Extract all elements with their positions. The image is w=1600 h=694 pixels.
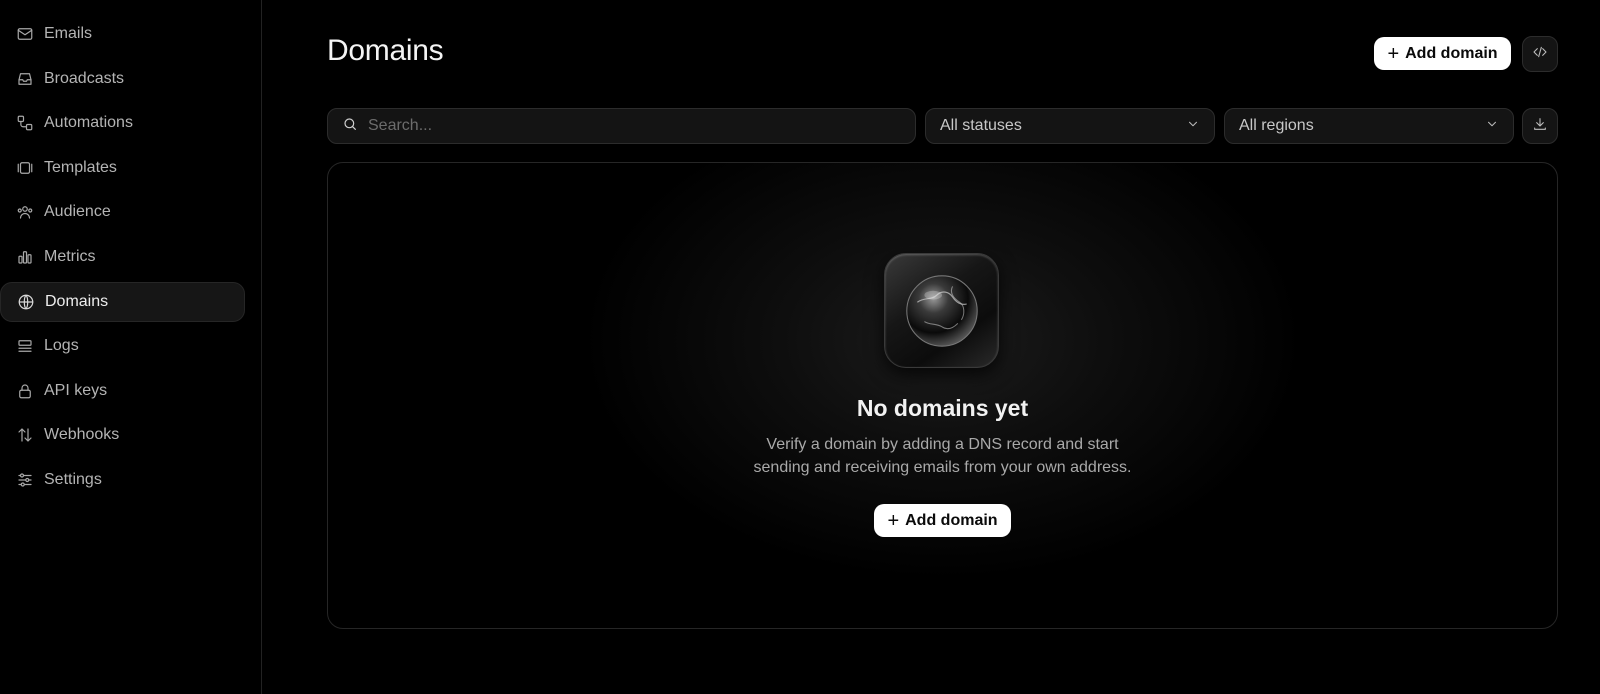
sidebar-item-webhooks[interactable]: Webhooks xyxy=(0,415,245,455)
empty-state-description-line: Verify a domain by adding a DNS record a… xyxy=(766,436,1119,453)
plus-icon: + xyxy=(1387,42,1400,65)
users-icon xyxy=(16,203,34,221)
inbox-icon xyxy=(16,70,34,88)
sidebar-item-label: Audience xyxy=(44,203,111,221)
logs-icon xyxy=(16,337,34,355)
code-icon xyxy=(1532,44,1548,65)
sidebar-item-label: Templates xyxy=(44,158,117,176)
search-icon xyxy=(342,116,358,137)
sliders-icon xyxy=(16,471,34,489)
sidebar-item-label: Broadcasts xyxy=(44,69,125,87)
globe-sphere-icon xyxy=(905,274,978,347)
sidebar-item-label: Automations xyxy=(44,114,133,132)
mail-icon xyxy=(16,25,34,43)
sidebar-item-label: Settings xyxy=(44,470,102,488)
empty-state-title: No domains yet xyxy=(856,395,1029,421)
sidebar-item-api-keys[interactable]: API keys xyxy=(0,371,245,411)
sidebar: Emails Broadcasts Automations Templates … xyxy=(0,0,262,694)
download-button[interactable] xyxy=(1522,108,1558,144)
sidebar-item-domains[interactable]: Domains xyxy=(0,281,245,322)
region-select-value: All regions xyxy=(1239,117,1314,134)
sidebar-item-label: Webhooks xyxy=(44,426,120,444)
add-domain-button[interactable]: + Add domain xyxy=(1374,37,1511,70)
sidebar-item-label: Emails xyxy=(44,25,93,42)
empty-add-domain-button[interactable]: + Add domain xyxy=(874,504,1011,537)
sidebar-item-label: Logs xyxy=(44,337,79,355)
status-select[interactable]: All statuses xyxy=(925,108,1215,144)
empty-state-description-line: sending and receiving emails from your o… xyxy=(753,459,1132,476)
lock-icon xyxy=(16,382,34,400)
region-select[interactable]: All regions xyxy=(1224,108,1514,144)
sidebar-item-emails[interactable]: Emails xyxy=(0,14,245,54)
workflow-icon xyxy=(16,114,34,132)
search-box xyxy=(327,108,916,144)
sidebar-item-audience[interactable]: Audience xyxy=(0,192,245,232)
sidebar-item-metrics[interactable]: Metrics xyxy=(0,237,245,277)
plus-icon: + xyxy=(887,509,900,532)
status-select-value: All statuses xyxy=(940,117,1022,134)
templates-icon xyxy=(16,159,34,177)
empty-state: No domains yet Verify a domain by adding… xyxy=(327,162,1558,629)
code-button[interactable] xyxy=(1522,36,1558,72)
sidebar-item-logs[interactable]: Logs xyxy=(0,326,245,366)
bar-chart-icon xyxy=(16,248,34,266)
add-domain-button-label: Add domain xyxy=(1405,44,1498,62)
arrows-icon xyxy=(16,426,34,444)
empty-add-domain-button-label: Add domain xyxy=(905,511,998,529)
sidebar-item-settings[interactable]: Settings xyxy=(0,460,245,500)
search-input[interactable] xyxy=(368,117,908,135)
sidebar-item-label: Domains xyxy=(45,292,109,310)
sidebar-item-templates[interactable]: Templates xyxy=(0,148,245,188)
sidebar-item-label: API keys xyxy=(44,381,108,399)
download-icon xyxy=(1532,116,1548,137)
sidebar-item-automations[interactable]: Automations xyxy=(0,103,245,143)
chevron-down-icon xyxy=(1485,117,1499,136)
sidebar-item-label: Metrics xyxy=(44,247,96,265)
globe-illustration xyxy=(884,253,999,368)
sidebar-nav: Emails Broadcasts Automations Templates … xyxy=(0,0,261,500)
globe-icon xyxy=(17,293,35,311)
page-title: Domains xyxy=(327,34,444,67)
chevron-down-icon xyxy=(1186,117,1200,136)
empty-state-description: Verify a domain by adding a DNS record a… xyxy=(328,433,1557,479)
sidebar-item-broadcasts[interactable]: Broadcasts xyxy=(0,59,245,99)
main-content: Domains + Add domain All statuses All re… xyxy=(263,0,1600,694)
